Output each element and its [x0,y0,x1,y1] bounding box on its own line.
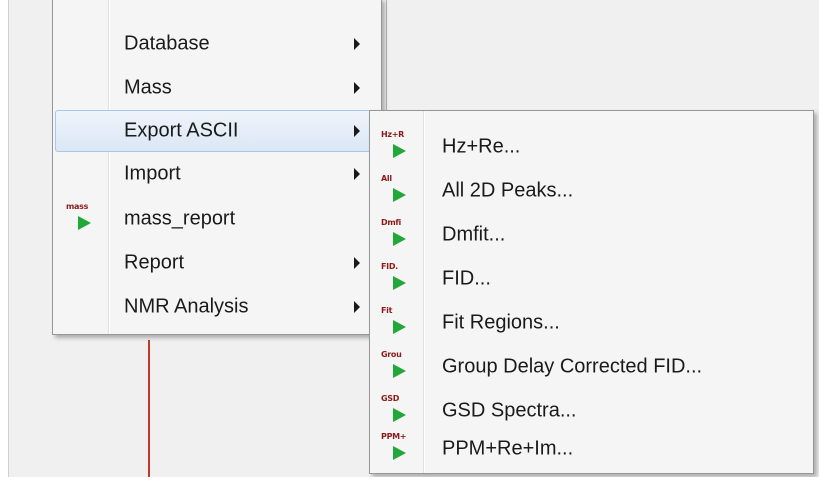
submenu-item-label: Group Delay Corrected FID... [442,355,703,378]
submenu-item-gsd-spectra[interactable]: GSD GSD Spectra... [372,390,811,432]
submenu-item-label: PPM+Re+Im... [442,437,574,460]
submenu-item-fit-regions[interactable]: Fit Fit Regions... [372,302,811,344]
menu-item-label: mass_report [124,207,236,230]
green-play-icon [393,408,406,422]
green-play-icon [78,216,91,230]
menu-item-report[interactable]: Report [55,242,379,284]
macro-icon-tag: Hz+R [381,130,405,139]
window-edge [8,0,9,477]
macro-play-icon: mass [66,202,96,236]
macro-icon-tag: Grou [381,350,402,359]
menu-item-label: Database [124,32,210,55]
submenu-item-label: Hz+Re... [442,135,521,158]
macro-play-icon: FID. [381,262,411,296]
macro-play-icon: GSD [381,394,411,428]
macro-play-icon: All [381,174,411,208]
submenu-item-label: All 2D Peaks... [442,179,574,202]
screen: Database Mass Export ASCII Import mass m… [0,0,819,477]
macro-icon-tag: Dmfi [381,218,401,227]
export-ascii-submenu: Hz+R Hz+Re... All All 2D Peaks... Dmfi D… [369,110,814,474]
submenu-arrow-icon [354,301,360,313]
macro-icon-tag: FID. [381,262,398,271]
menu-item-label: Report [124,251,185,274]
green-play-icon [393,364,406,378]
submenu-arrow-icon [354,125,360,137]
macro-play-icon: PPM+ [381,432,411,466]
menu-item-database[interactable]: Database [55,23,379,65]
submenu-item-fid[interactable]: FID. FID... [372,258,811,300]
green-play-icon [393,446,406,460]
green-play-icon [393,320,406,334]
menu-item-label: Mass [124,76,172,99]
panel-divider [386,0,387,112]
submenu-item-label: GSD Spectra... [442,399,577,422]
submenu-item-label: Dmfit... [442,223,506,246]
submenu-item-label: Fit Regions... [442,311,560,334]
macro-icon-tag: GSD [381,394,400,403]
submenu-arrow-icon [354,82,360,94]
submenu-item-dmfit[interactable]: Dmfi Dmfit... [372,214,811,256]
menu-item-mass[interactable]: Mass [55,67,379,109]
submenu-item-hz-re[interactable]: Hz+R Hz+Re... [372,126,811,168]
spectrum-marker-line [148,340,150,477]
macro-icon-tag: mass [66,202,89,211]
macro-icon-tag: Fit [381,306,393,315]
submenu-arrow-icon [354,38,360,50]
macro-play-icon: Dmfi [381,218,411,252]
context-menu: Database Mass Export ASCII Import mass m… [52,0,382,335]
menu-item-export-ascii[interactable]: Export ASCII [55,110,379,152]
macro-play-icon: Grou [381,350,411,384]
macro-play-icon: Hz+R [381,130,411,164]
submenu-item-all-2d-peaks[interactable]: All All 2D Peaks... [372,170,811,212]
submenu-item-label: FID... [442,267,491,290]
green-play-icon [393,188,406,202]
submenu-arrow-icon [354,257,360,269]
menu-item-mass-report[interactable]: mass mass_report [55,198,379,240]
menu-item-label: Export ASCII [124,119,239,142]
submenu-arrow-icon [354,168,360,180]
menu-item-import[interactable]: Import [55,153,379,195]
green-play-icon [393,276,406,290]
macro-icon-tag: PPM+ [381,432,407,441]
menu-item-nmr-analysis[interactable]: NMR Analysis [55,286,379,328]
menu-item-label: Import [124,162,181,185]
green-play-icon [393,232,406,246]
submenu-item-group-delay-corrected-fid[interactable]: Grou Group Delay Corrected FID... [372,346,811,388]
submenu-item-ppm-re-im[interactable]: PPM+ PPM+Re+Im... [372,428,811,470]
macro-play-icon: Fit [381,306,411,340]
menu-item-label: NMR Analysis [124,295,249,318]
macro-icon-tag: All [381,174,392,183]
green-play-icon [393,144,406,158]
